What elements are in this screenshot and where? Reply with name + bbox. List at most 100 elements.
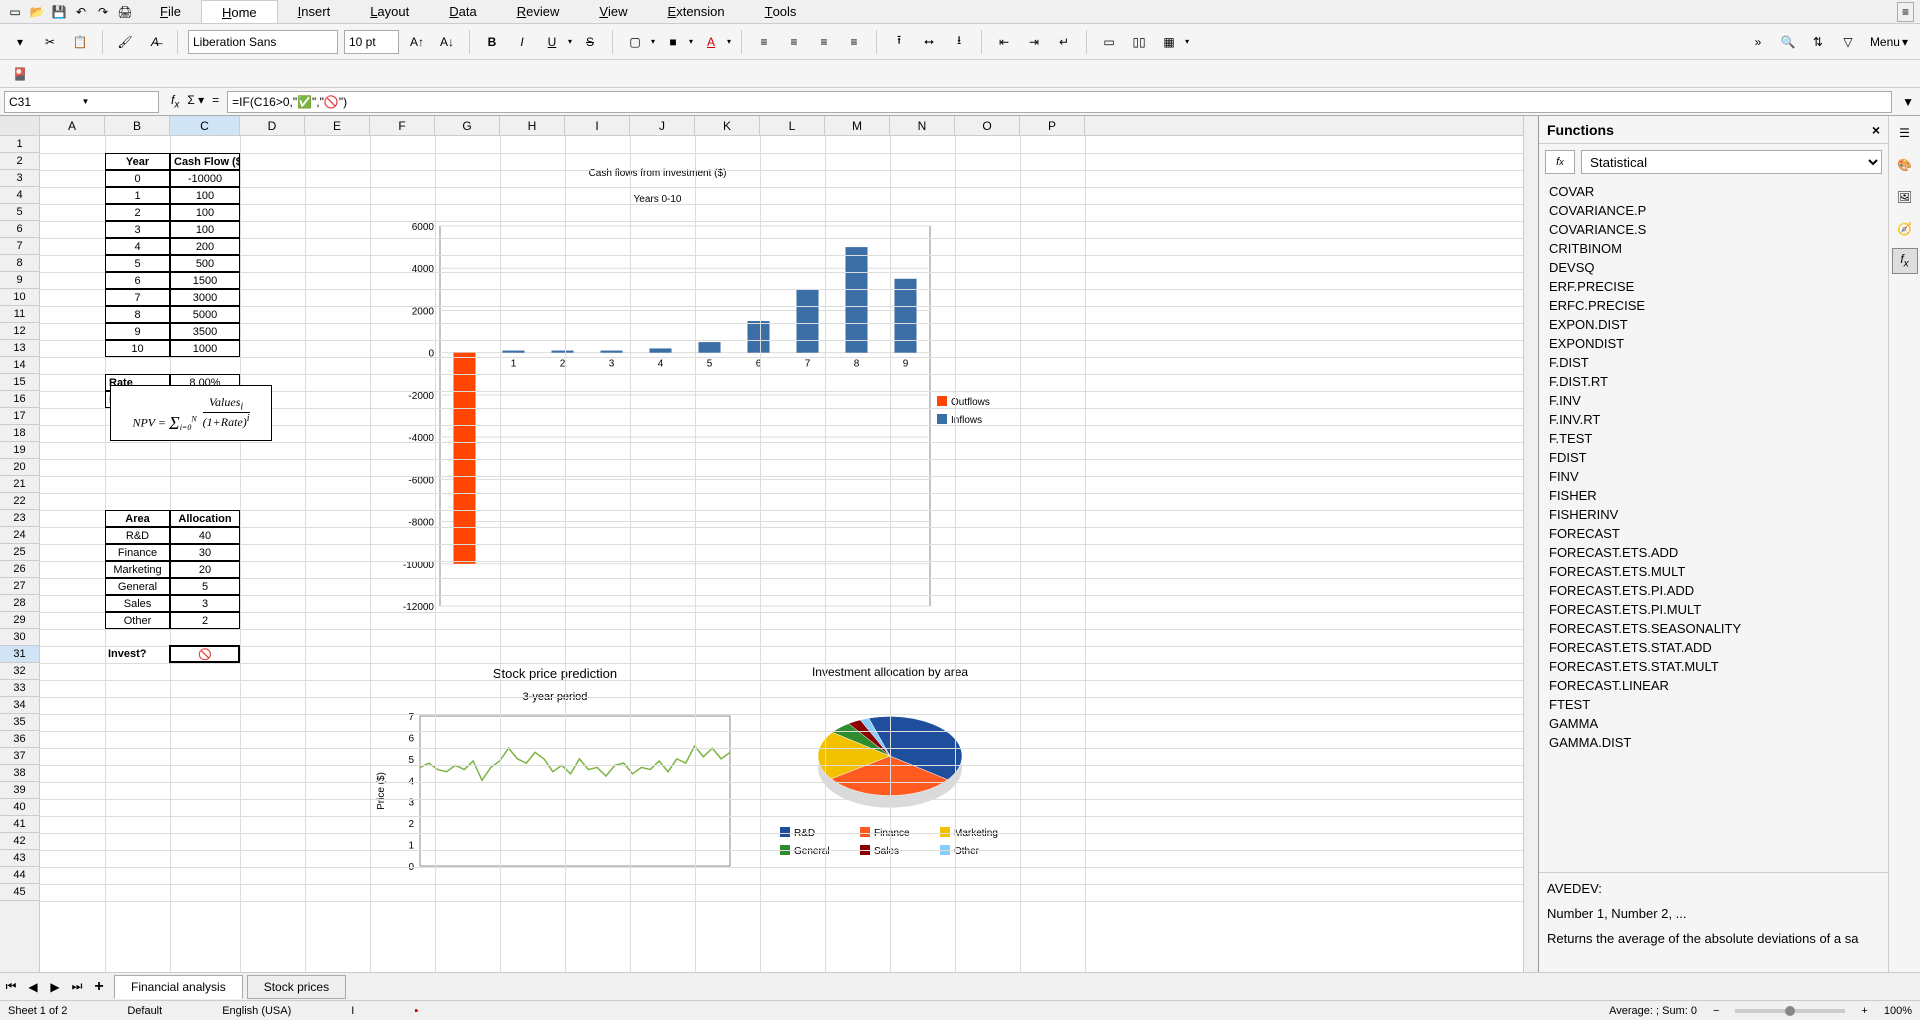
row-header[interactable]: 1 [0, 136, 39, 153]
valign-middle-icon[interactable]: ⭤ [917, 30, 941, 54]
cell[interactable]: Finance [105, 544, 170, 561]
filter-icon[interactable]: ▽ [1836, 30, 1860, 54]
function-item[interactable]: EXPON.DIST [1547, 315, 1880, 334]
fill-color-button[interactable]: ■ [661, 30, 685, 54]
cell[interactable]: 3 [105, 221, 170, 238]
row-header[interactable]: 34 [0, 697, 39, 714]
row-header[interactable]: 31 [0, 646, 39, 663]
row-header[interactable]: 37 [0, 748, 39, 765]
function-item[interactable]: FORECAST.ETS.PI.ADD [1547, 581, 1880, 600]
tab-last-icon[interactable]: ⏭ [66, 979, 88, 994]
row-header[interactable]: 15 [0, 374, 39, 391]
cell[interactable]: 40 [170, 527, 240, 544]
strikethrough-button[interactable]: S [578, 30, 602, 54]
menu-data[interactable]: Data [429, 0, 496, 23]
align-left-icon[interactable]: ≡ [752, 30, 776, 54]
function-item[interactable]: COVAR [1547, 182, 1880, 201]
menu-view[interactable]: View [579, 0, 647, 23]
sheet-tab[interactable]: Stock prices [247, 975, 346, 999]
function-item[interactable]: FORECAST.ETS.MULT [1547, 562, 1880, 581]
zoom-slider[interactable] [1735, 1009, 1845, 1013]
tab-next-icon[interactable]: ▶ [44, 980, 66, 994]
newdoc-icon[interactable]: ▾ [8, 30, 32, 54]
formula-expand-icon[interactable]: ▼ [1896, 95, 1920, 109]
row-header[interactable]: 39 [0, 782, 39, 799]
tab-prev-icon[interactable]: ◀ [22, 980, 44, 994]
status-lang[interactable]: English (USA) [222, 1005, 291, 1017]
column-header[interactable]: P [1020, 116, 1085, 135]
row-header[interactable]: 22 [0, 493, 39, 510]
cell[interactable]: 0 [105, 170, 170, 187]
row-header[interactable]: 41 [0, 816, 39, 833]
undo-icon[interactable]: ↶ [72, 5, 90, 19]
row-header[interactable]: 26 [0, 561, 39, 578]
menu-layout[interactable]: Layout [350, 0, 429, 23]
cell[interactable]: Sales [105, 595, 170, 612]
find-icon[interactable]: 🔍 [1776, 30, 1800, 54]
row-header[interactable]: 25 [0, 544, 39, 561]
split-cells-icon[interactable]: ▦ [1157, 30, 1181, 54]
valign-bottom-icon[interactable]: ⭳ [947, 30, 971, 54]
clone-format-icon[interactable]: 🖌 [113, 30, 137, 54]
vertical-scrollbar[interactable] [1523, 116, 1538, 972]
cell[interactable]: 100 [170, 204, 240, 221]
function-item[interactable]: F.INV [1547, 391, 1880, 410]
cell[interactable]: Other [105, 612, 170, 629]
row-header[interactable]: 10 [0, 289, 39, 306]
underline-button[interactable]: U [540, 30, 564, 54]
column-header[interactable]: E [305, 116, 370, 135]
font-name-input[interactable] [188, 30, 338, 54]
cell[interactable]: 4 [105, 238, 170, 255]
column-header[interactable]: K [695, 116, 760, 135]
row-header[interactable]: 3 [0, 170, 39, 187]
row-header[interactable]: 43 [0, 850, 39, 867]
function-item[interactable]: CRITBINOM [1547, 239, 1880, 258]
navigator-icon[interactable]: 🧭 [1892, 216, 1918, 242]
function-item[interactable]: GAMMA [1547, 714, 1880, 733]
row-header[interactable]: 9 [0, 272, 39, 289]
row-header[interactable]: 21 [0, 476, 39, 493]
cell[interactable]: Invest? [105, 646, 170, 663]
redo-icon[interactable]: ↷ [94, 5, 112, 19]
cell[interactable]: 1500 [170, 272, 240, 289]
row-header[interactable]: 11 [0, 306, 39, 323]
row-header[interactable]: 16 [0, 391, 39, 408]
fx-category-icon[interactable]: fx [1545, 150, 1575, 174]
row-header[interactable]: 2 [0, 153, 39, 170]
new-icon[interactable]: ▭ [6, 5, 24, 19]
cell[interactable]: 7 [105, 289, 170, 306]
function-item[interactable]: COVARIANCE.P [1547, 201, 1880, 220]
menu-tools[interactable]: Tools [745, 0, 817, 23]
function-item[interactable]: FTEST [1547, 695, 1880, 714]
cell[interactable]: Marketing [105, 561, 170, 578]
bold-button[interactable]: B [480, 30, 504, 54]
cell[interactable]: 100 [170, 221, 240, 238]
menu-insert[interactable]: Insert [278, 0, 351, 23]
select-all-corner[interactable] [0, 116, 40, 135]
wrap-text-icon[interactable]: ↵ [1052, 30, 1076, 54]
function-item[interactable]: F.TEST [1547, 429, 1880, 448]
function-item[interactable]: F.DIST.RT [1547, 372, 1880, 391]
function-item[interactable]: FORECAST.ETS.STAT.ADD [1547, 638, 1880, 657]
column-header[interactable]: G [435, 116, 500, 135]
align-center-icon[interactable]: ≡ [782, 30, 806, 54]
row-header[interactable]: 13 [0, 340, 39, 357]
indent-decrease-icon[interactable]: ⇤ [992, 30, 1016, 54]
function-item[interactable]: FISHERINV [1547, 505, 1880, 524]
row-header[interactable]: 45 [0, 884, 39, 901]
row-header[interactable]: 23 [0, 510, 39, 527]
italic-button[interactable]: I [510, 30, 534, 54]
column-header[interactable]: H [500, 116, 565, 135]
formula-input[interactable]: =IF(C16>0,"✅","🚫") [227, 91, 1892, 113]
cell[interactable]: 5 [105, 255, 170, 272]
function-item[interactable]: FORECAST.ETS.ADD [1547, 543, 1880, 562]
column-header[interactable]: C [170, 116, 240, 135]
menu-file[interactable]: File [140, 0, 201, 23]
function-category-select[interactable]: Statistical [1581, 150, 1882, 174]
status-summary[interactable]: Average: ; Sum: 0 [1609, 1005, 1697, 1017]
column-header[interactable]: M [825, 116, 890, 135]
cut-icon[interactable]: ✂ [38, 30, 62, 54]
decrease-font-icon[interactable]: A↓ [435, 30, 459, 54]
cell[interactable]: 10 [105, 340, 170, 357]
row-header[interactable]: 20 [0, 459, 39, 476]
